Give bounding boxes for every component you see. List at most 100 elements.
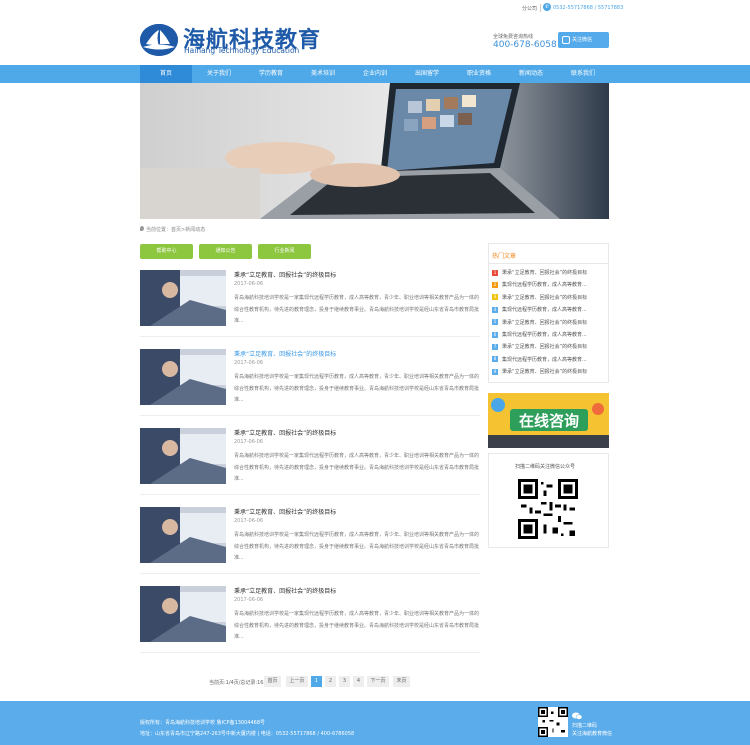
- list-item[interactable]: 秉承“立足教育、回报社会”的终极目标 2017-06-06 青岛海航科技培训学校…: [140, 428, 480, 486]
- divider: [488, 263, 609, 264]
- footer-copyright: 版权所有：青岛海航科技培训学校 鲁ICP备13004468号: [140, 720, 266, 726]
- follow-label: 关注微信: [572, 37, 593, 43]
- rank-badge: 7: [492, 343, 498, 350]
- online-consult-banner[interactable]: 在线咨询: [488, 393, 609, 448]
- pager-page-2[interactable]: 2: [325, 676, 336, 687]
- nav-item-news[interactable]: 新闻动态: [505, 65, 557, 83]
- article-thumbnail[interactable]: [140, 507, 226, 563]
- article-summary: 青岛海航科技培训学校是一家集现代远程学历教育，成人高等教育，青少年、职业培训等相…: [234, 453, 480, 482]
- qr-code-image: [518, 479, 578, 539]
- hot-articles-title: 热门文章: [492, 253, 517, 260]
- list-item[interactable]: 秉承“立足教育、回报社会”的终极目标 2017-06-06 青岛海航科技培训学校…: [140, 349, 480, 407]
- hot-item-title[interactable]: 集现代远程学历教育，成人高等教育...: [502, 282, 587, 288]
- follow-wechat-button[interactable]: 关注微信: [558, 32, 609, 48]
- nav-item-home[interactable]: 首页: [140, 65, 192, 83]
- hot-list-item[interactable]: 1 秉承“立足教育、回报社会”的终极目标: [492, 269, 587, 281]
- pager-page-4[interactable]: 4: [353, 676, 364, 687]
- article-date: 2017-06-06: [234, 281, 264, 287]
- rank-badge: 2: [492, 281, 498, 288]
- breadcrumb-text[interactable]: 当前位置：首页>新闻动态: [146, 227, 205, 233]
- logo-mark[interactable]: [140, 24, 178, 56]
- article-title[interactable]: 秉承“立足教育、回报社会”的终极目标: [234, 270, 336, 279]
- nav-item-art[interactable]: 美术培训: [297, 65, 349, 83]
- rank-badge: 6: [492, 331, 498, 338]
- article-thumbnail[interactable]: [140, 586, 226, 642]
- article-date: 2017-06-06: [234, 439, 264, 445]
- divider: [140, 494, 480, 495]
- article-title[interactable]: 秉承“立足教育、回报社会”的终极目标: [234, 586, 336, 595]
- hot-item-title[interactable]: 秉承“立足教育、回报社会”的终极目标: [502, 369, 587, 375]
- tab-notice[interactable]: 通知公告: [199, 244, 252, 259]
- hot-list-item[interactable]: 4 集现代远程学历教育，成人高等教育...: [492, 306, 587, 318]
- hot-item-title[interactable]: 集现代远程学历教育，成人高等教育...: [502, 332, 587, 338]
- breadcrumb: 当前位置：首页>新闻动态: [140, 226, 205, 233]
- hot-list-item[interactable]: 2 集现代远程学历教育，成人高等教育...: [492, 281, 587, 293]
- nav-item-training[interactable]: 企业内训: [349, 65, 401, 83]
- nav-item-degree[interactable]: 学历教育: [245, 65, 297, 83]
- hotline-number: 400-678-6058: [493, 40, 557, 50]
- site-footer: [0, 701, 750, 745]
- nav-item-abroad[interactable]: 出国留学: [401, 65, 453, 83]
- article-title[interactable]: 秉承“立足教育、回报社会”的终极目标: [234, 507, 336, 516]
- pager-page-1[interactable]: 1: [311, 676, 322, 687]
- article-summary: 青岛海航科技培训学校是一家集现代远程学历教育，成人高等教育，青少年、职业培训等相…: [234, 532, 480, 561]
- pagination-info: 当前页:1/4页/总记录:16条: [209, 680, 269, 686]
- article-title[interactable]: 秉承“立足教育、回报社会”的终极目标: [234, 349, 336, 358]
- hot-item-title[interactable]: 集现代远程学历教育，成人高等教育...: [502, 357, 587, 363]
- divider: [140, 652, 480, 653]
- top-phones: 0532-55717868 / 55717883: [553, 5, 624, 11]
- hot-list-item[interactable]: 7 秉承“立足教育、回报社会”的终极目标: [492, 343, 587, 355]
- top-bar: 分公司 ✆ 0532-55717868 / 55717883: [0, 0, 750, 16]
- divider: [140, 573, 480, 574]
- article-thumbnail[interactable]: [140, 270, 226, 326]
- hotline-label: 全球免费咨询热线: [493, 34, 534, 40]
- wechat-icon: [572, 712, 583, 720]
- qr-caption: 扫描二维码关注微信公众号: [515, 464, 576, 470]
- article-thumbnail[interactable]: [140, 349, 226, 405]
- list-item[interactable]: 秉承“立足教育、回报社会”的终极目标 2017-06-06 青岛海航科技培训学校…: [140, 507, 480, 565]
- pager-first[interactable]: 首页: [264, 676, 281, 687]
- footer-qr-code: [538, 707, 568, 737]
- nav-item-qualification[interactable]: 职业资格: [453, 65, 505, 83]
- hot-item-title[interactable]: 秉承“立足教育、回报社会”的终极目标: [502, 320, 587, 326]
- rank-badge: 8: [492, 356, 498, 363]
- rank-badge: 1: [492, 269, 498, 276]
- article-summary: 青岛海航科技培训学校是一家集现代远程学历教育，成人高等教育，青少年、职业培训等相…: [234, 374, 480, 403]
- hot-item-title[interactable]: 秉承“立足教育、回报社会”的终极目标: [502, 270, 587, 276]
- hot-list-item[interactable]: 8 集现代远程学历教育，成人高等教育...: [492, 356, 587, 368]
- logo-subtitle: Haihang Technology Education: [184, 46, 300, 55]
- wechat-icon: [562, 36, 570, 44]
- tab-help[interactable]: 帮助中心: [140, 244, 193, 259]
- hot-list-item[interactable]: 9 秉承“立足教育、回报社会”的终极目标: [492, 368, 587, 380]
- hot-item-title[interactable]: 秉承“立足教育、回报社会”的终极目标: [502, 295, 587, 301]
- hot-item-title[interactable]: 集现代远程学历教育，成人高等教育...: [502, 307, 587, 313]
- footer-address: 地址：山东省青岛市辽宁路247-263号中新大厦内楼 | 电话：0532-557…: [140, 731, 355, 737]
- article-date: 2017-06-06: [234, 360, 264, 366]
- nav-item-contact[interactable]: 联系我们: [557, 65, 609, 83]
- location-pin-icon: [140, 226, 144, 231]
- article-date: 2017-06-06: [234, 597, 264, 603]
- hot-list-item[interactable]: 6 集现代远程学历教育，成人高等教育...: [492, 331, 587, 343]
- list-item[interactable]: 秉承“立足教育、回报社会”的终极目标 2017-06-06 青岛海航科技培训学校…: [140, 586, 480, 644]
- article-thumbnail[interactable]: [140, 428, 226, 484]
- footer-qr-caption-2: 关注海航教育微信: [572, 731, 613, 737]
- branch-link[interactable]: 分公司: [522, 5, 537, 12]
- tab-industry-news[interactable]: 行业新闻: [258, 244, 311, 259]
- article-title[interactable]: 秉承“立足教育、回报社会”的终极目标: [234, 428, 336, 437]
- pager-last[interactable]: 末页: [393, 676, 410, 687]
- hot-list-item[interactable]: 5 秉承“立足教育、回报社会”的终极目标: [492, 319, 587, 331]
- pager-page-3[interactable]: 3: [339, 676, 350, 687]
- rank-badge: 3: [492, 294, 498, 301]
- pager-prev[interactable]: 上一页: [286, 676, 308, 687]
- article-summary: 青岛海航科技培训学校是一家集现代远程学历教育，成人高等教育，青少年、职业培训等相…: [234, 295, 480, 324]
- footer-qr-caption: 扫描二维码: [572, 723, 598, 729]
- hot-item-title[interactable]: 秉承“立足教育、回报社会”的终极目标: [502, 344, 587, 350]
- hot-list-item[interactable]: 3 秉承“立足教育、回报社会”的终极目标: [492, 294, 587, 306]
- list-item[interactable]: 秉承“立足教育、回报社会”的终极目标 2017-06-06 青岛海航科技培训学校…: [140, 270, 480, 328]
- nav-item-about[interactable]: 关于我们: [193, 65, 245, 83]
- pager-next[interactable]: 下一页: [367, 676, 389, 687]
- rank-badge: 4: [492, 306, 498, 313]
- article-summary: 青岛海航科技培训学校是一家集现代远程学历教育，成人高等教育，青少年、职业培训等相…: [234, 611, 480, 640]
- divider: [140, 336, 480, 337]
- article-date: 2017-06-06: [234, 518, 264, 524]
